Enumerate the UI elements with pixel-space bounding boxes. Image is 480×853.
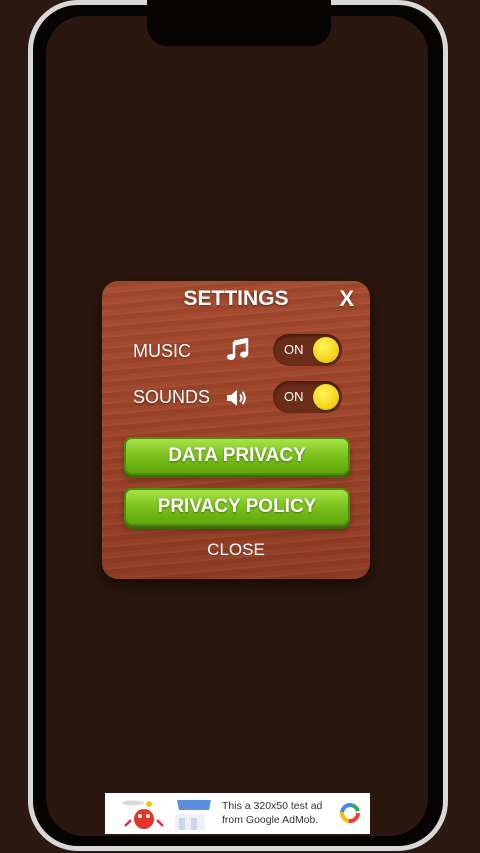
music-toggle[interactable]: ON: [273, 334, 342, 366]
sounds-toggle-knob: [313, 384, 339, 410]
close-button[interactable]: CLOSE: [102, 540, 370, 560]
settings-dialog: SETTINGS X MUSIC ON SOUNDS ON DATA PRIVA…: [102, 281, 370, 579]
close-icon[interactable]: X: [339, 286, 354, 312]
ad-banner[interactable]: This a 320x50 test ad from Google AdMob.: [105, 793, 370, 834]
music-note-icon: [227, 338, 249, 360]
ad-illustration: [122, 800, 211, 830]
privacy-policy-button[interactable]: PRIVACY POLICY: [124, 488, 350, 526]
settings-title: SETTINGS: [183, 287, 289, 310]
ad-text: This a 320x50 test ad from Google AdMob.: [222, 799, 334, 827]
speaker-icon: [227, 390, 246, 406]
ad-line-2: from Google AdMob.: [222, 814, 319, 826]
sounds-label: SOUNDS: [133, 387, 211, 407]
music-toggle-state: ON: [284, 342, 304, 357]
music-label: MUSIC: [133, 341, 191, 361]
sounds-toggle-state: ON: [284, 389, 304, 404]
phone-notch: [147, 0, 331, 46]
data-privacy-button[interactable]: DATA PRIVACY: [124, 437, 350, 475]
music-toggle-knob: [313, 337, 339, 363]
ad-line-1: This a 320x50 test ad: [222, 800, 323, 812]
sounds-toggle[interactable]: ON: [273, 381, 342, 413]
adchoices-icon[interactable]: [339, 802, 361, 824]
